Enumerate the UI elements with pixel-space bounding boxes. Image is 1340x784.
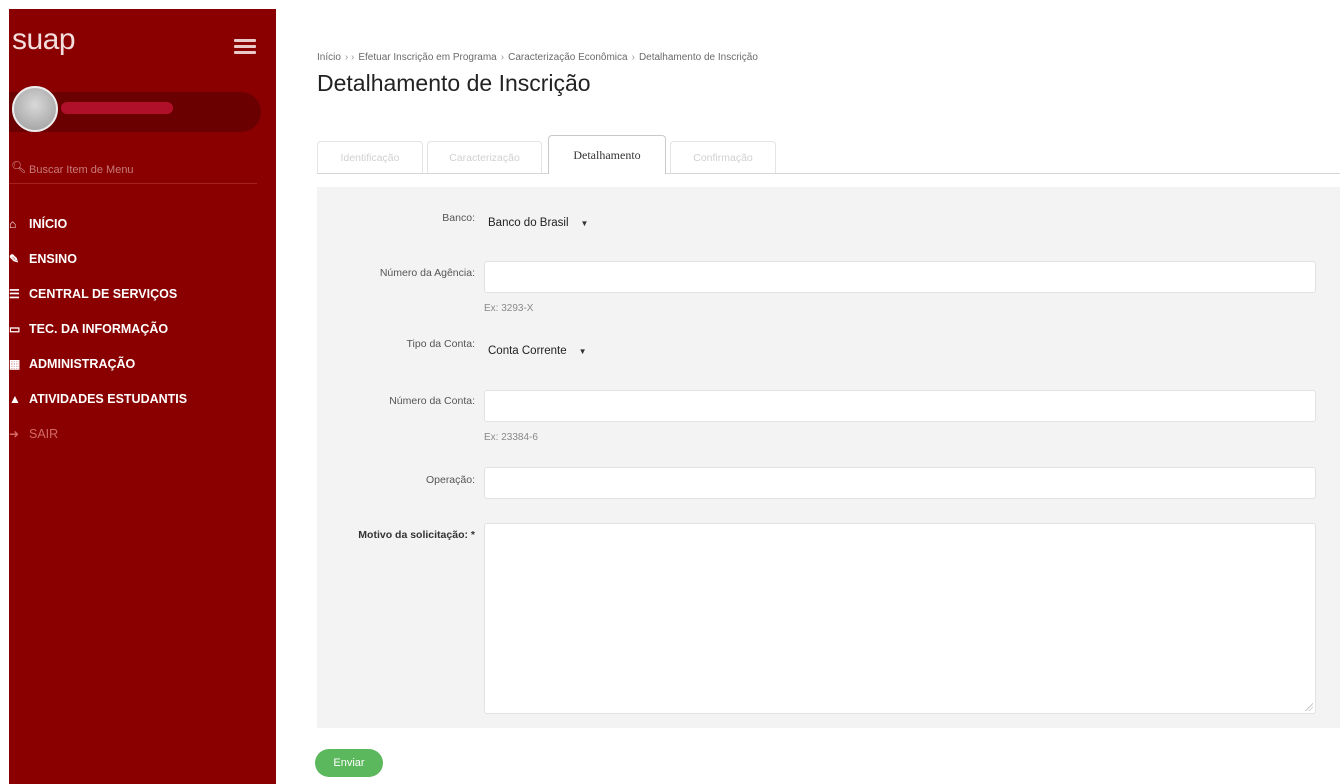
sidebar-item-inicio[interactable]: ⌂ INÍCIO [9, 206, 187, 241]
motivo-textarea[interactable] [484, 523, 1316, 714]
tipo-conta-select-value: Conta Corrente [488, 345, 567, 357]
sidebar-item-label: ATIVIDADES ESTUDANTIS [29, 391, 188, 406]
chevron-down-icon: ▼ [580, 218, 589, 228]
banco-select-value: Banco do Brasil [488, 217, 569, 229]
banco-label: Banco: [442, 212, 475, 224]
tab-confirmacao[interactable]: Confirmação [670, 141, 776, 173]
tipo-conta-select[interactable]: Conta Corrente ▼ [484, 337, 587, 365]
resize-handle-icon[interactable] [1305, 703, 1313, 711]
operacao-label: Operação: [425, 474, 475, 486]
menu-search: 🔍︎ [9, 157, 257, 184]
conta-input[interactable] [484, 390, 1316, 422]
breadcrumb-item: Detalhamento de Inscrição [638, 52, 758, 63]
sidebar-item-label: ENSINO [29, 251, 77, 266]
sidebar-item-administracao[interactable]: ▦ ADMINISTRAÇÃO [9, 346, 187, 381]
banco-select[interactable]: Banco do Brasil ▼ [484, 209, 589, 237]
agencia-input[interactable] [484, 261, 1316, 293]
tab-bar: Identificação Caracterização Detalhament… [317, 135, 1340, 174]
pencil-icon: ✎ [9, 251, 20, 266]
search-icon: 🔍︎ [11, 160, 27, 174]
sidebar-item-label: TEC. DA INFORMAÇÃO [29, 321, 169, 336]
tab-identificacao[interactable]: Identificação [317, 141, 423, 173]
chevron-down-icon: ▼ [578, 346, 587, 356]
motivo-label: Motivo da solicitação: * [358, 529, 475, 541]
operacao-input[interactable] [484, 467, 1316, 499]
sidebar-item-label: INÍCIO [29, 216, 68, 231]
conta-help: Ex: 23384-6 [484, 432, 538, 443]
sidebar-nav: ⌂ INÍCIO ✎ ENSINO ☰ CENTRAL DE SERVIÇOS ▭ TE… [9, 206, 187, 451]
sidebar-item-ensino[interactable]: ✎ ENSINO [9, 241, 187, 276]
sidebar-item-label: ADMINISTRAÇÃO [29, 356, 136, 371]
breadcrumb-item[interactable]: Efetuar Inscrição em Programa [358, 52, 496, 63]
sidebar-item-sair[interactable]: ➜ SAIR [9, 416, 187, 451]
menu-search-input[interactable] [27, 159, 251, 181]
tipo-conta-label: Tipo da Conta: [406, 338, 476, 350]
list-icon: ☰ [9, 286, 20, 301]
table-icon: ▦ [9, 356, 21, 371]
conta-label: Número da Conta: [389, 395, 475, 407]
page-title: Detalhamento de Inscrição [317, 70, 591, 96]
sign-out-icon: ➜ [9, 426, 20, 441]
hamburger-menu-icon[interactable] [234, 39, 256, 55]
sidebar: suap 🔍︎ ⌂ INÍCIO ✎ ENSINO ☰ CENTRAL DE SERV… [9, 9, 276, 784]
agencia-label: Número da Agência: [379, 267, 475, 279]
agencia-help: Ex: 3293-X [484, 303, 534, 314]
breadcrumb-item[interactable]: Caracterização Econômica [508, 52, 628, 63]
sidebar-item-atividades-estudantis[interactable]: ▲ ATIVIDADES ESTUDANTIS [9, 381, 187, 416]
graduation-cap-icon: ▲ [9, 391, 21, 406]
tab-caracterizacao[interactable]: Caracterização [427, 141, 542, 173]
tab-detalhamento[interactable]: Detalhamento [548, 135, 666, 174]
sidebar-item-central-de-servicos[interactable]: ☰ CENTRAL DE SERVIÇOS [9, 276, 187, 311]
avatar[interactable] [12, 86, 58, 132]
laptop-icon: ▭ [9, 321, 21, 336]
brand-logo[interactable]: suap [12, 23, 76, 57]
sidebar-item-tec-da-informacao[interactable]: ▭ TEC. DA INFORMAÇÃO [9, 311, 187, 346]
breadcrumb: Início › › Efetuar Inscrição em Programa › C… [317, 52, 758, 63]
home-icon: ⌂ [9, 216, 17, 231]
form-panel: Banco: Banco do Brasil ▼ Número da Agênc… [317, 187, 1340, 728]
user-name-redacted [61, 102, 173, 114]
breadcrumb-item[interactable]: Início [317, 52, 341, 63]
submit-button[interactable]: Enviar [315, 749, 383, 777]
sidebar-item-label: CENTRAL DE SERVIÇOS [29, 286, 178, 301]
sidebar-item-label: SAIR [29, 426, 59, 441]
